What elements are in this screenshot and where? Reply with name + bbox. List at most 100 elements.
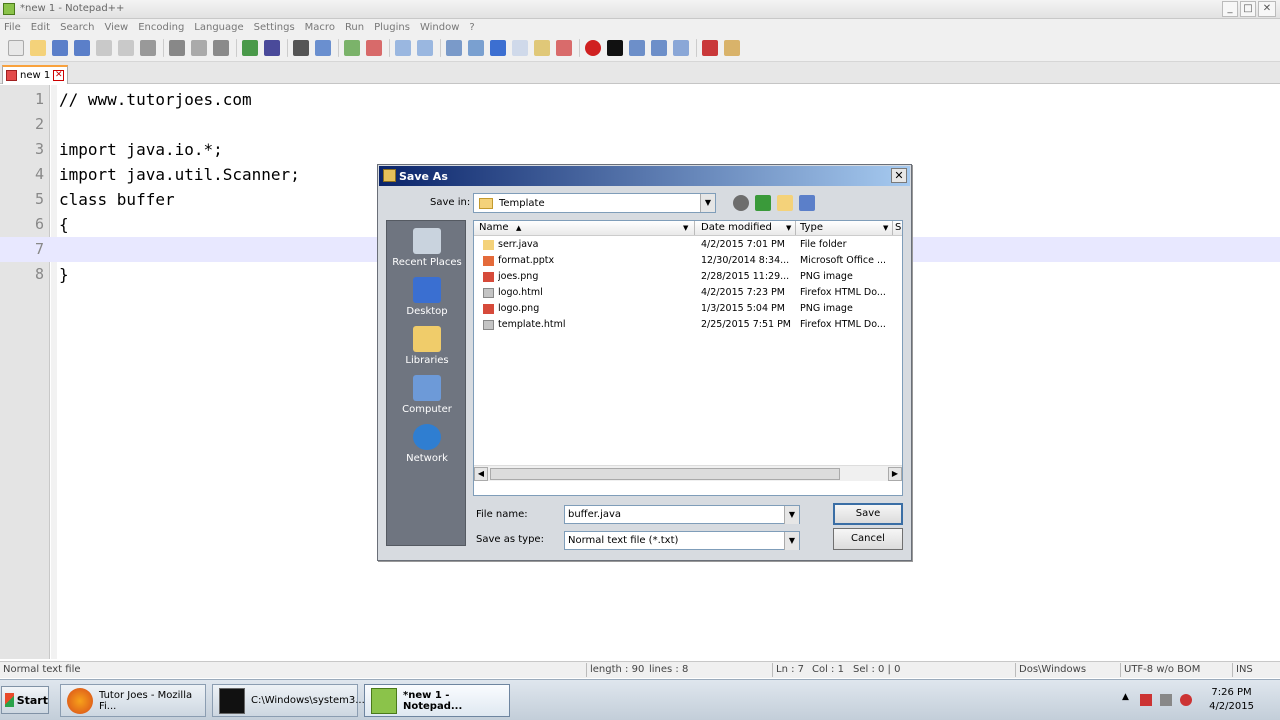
save-in-dropdown[interactable]: Template ▼: [473, 193, 716, 213]
view-menu-icon[interactable]: [799, 195, 815, 211]
tab-new-1[interactable]: new 1 ✕: [2, 65, 68, 84]
status-insert-mode: INS: [1236, 664, 1253, 675]
horizontal-scrollbar[interactable]: ◀ ▶: [474, 465, 902, 481]
unsaved-icon: [6, 70, 17, 81]
file-row[interactable]: logo.png 1/3/2015 5:04 PM PNG image: [474, 301, 902, 317]
new-file-icon[interactable]: [8, 40, 24, 56]
stop-record-icon[interactable]: [607, 40, 623, 56]
column-date-modified[interactable]: Date modified: [701, 222, 772, 233]
menu-settings[interactable]: Settings: [254, 22, 295, 33]
cut-icon[interactable]: [169, 40, 185, 56]
playback-macro-icon[interactable]: [629, 40, 645, 56]
close-window-button[interactable]: ✕: [1258, 1, 1276, 17]
file-row[interactable]: template.html 2/25/2015 7:51 PM Firefox …: [474, 317, 902, 333]
chevron-down-icon[interactable]: ▼: [700, 194, 715, 212]
run-macro-multiple-icon[interactable]: [651, 40, 667, 56]
show-all-chars-icon[interactable]: [468, 40, 484, 56]
file-list[interactable]: Name ▲ ▼ Date modified ▼ Type ▼ S serr.j…: [473, 220, 903, 496]
save-button[interactable]: Save: [833, 503, 903, 525]
spell-check-icon[interactable]: [702, 40, 718, 56]
new-folder-icon[interactable]: [777, 195, 793, 211]
close-tab-icon[interactable]: ✕: [53, 70, 65, 81]
back-icon[interactable]: [733, 195, 749, 211]
menu-macro[interactable]: Macro: [305, 22, 335, 33]
column-size[interactable]: S: [895, 222, 901, 233]
maximize-button[interactable]: □: [1240, 1, 1256, 17]
find-icon[interactable]: [293, 40, 309, 56]
print-icon[interactable]: [140, 40, 156, 56]
menu-edit[interactable]: Edit: [31, 22, 50, 33]
close-all-icon[interactable]: [118, 40, 134, 56]
taskbar-button-cmd[interactable]: C:\Windows\system3...: [212, 684, 365, 717]
save-all-icon[interactable]: [74, 40, 90, 56]
action-center-icon[interactable]: [1140, 694, 1152, 706]
chevron-down-icon[interactable]: ▼: [784, 532, 799, 550]
start-button[interactable]: Start: [1, 686, 49, 714]
up-folder-icon[interactable]: [755, 195, 771, 211]
save-as-type-select[interactable]: Normal text file (*.txt) ▼: [564, 531, 800, 550]
save-in-value: Template: [499, 197, 545, 209]
file-row[interactable]: format.pptx 12/30/2014 8:34... Microsoft…: [474, 253, 902, 269]
menu-file[interactable]: File: [4, 22, 21, 33]
column-menu-icon[interactable]: ▼: [883, 224, 888, 232]
menu-plugins[interactable]: Plugins: [374, 22, 410, 33]
close-file-icon[interactable]: [96, 40, 112, 56]
redo-icon[interactable]: [264, 40, 280, 56]
file-row[interactable]: logo.html 4/2/2015 7:23 PM Firefox HTML …: [474, 285, 902, 301]
line-number: 8: [34, 265, 44, 283]
file-name-input[interactable]: buffer.java ▼: [564, 505, 800, 524]
minimize-button[interactable]: _: [1222, 1, 1238, 17]
menu-help[interactable]: ?: [469, 22, 474, 33]
indent-guide-icon[interactable]: [490, 40, 506, 56]
doc-map-icon[interactable]: [512, 40, 528, 56]
file-row[interactable]: joes.png 2/28/2015 11:29... PNG image: [474, 269, 902, 285]
sync-vertical-icon[interactable]: [395, 40, 411, 56]
show-hidden-icons[interactable]: ▲: [1122, 692, 1134, 704]
scroll-left-icon[interactable]: ◀: [474, 467, 488, 481]
column-type[interactable]: Type: [800, 222, 823, 233]
open-file-icon[interactable]: [30, 40, 46, 56]
menu-search[interactable]: Search: [60, 22, 94, 33]
undo-icon[interactable]: [242, 40, 258, 56]
menu-run[interactable]: Run: [345, 22, 364, 33]
cancel-button[interactable]: Cancel: [833, 528, 903, 550]
column-name[interactable]: Name: [479, 222, 509, 233]
file-row[interactable]: serr.java 4/2/2015 7:01 PM File folder: [474, 237, 902, 253]
save-icon[interactable]: [52, 40, 68, 56]
folder-workspace-icon[interactable]: [556, 40, 572, 56]
menu-encoding[interactable]: Encoding: [138, 22, 184, 33]
network-tray-icon[interactable]: [1160, 694, 1172, 706]
scroll-thumb[interactable]: [490, 468, 840, 480]
place-label: Recent Places: [392, 257, 462, 268]
plugin-icon[interactable]: [724, 40, 740, 56]
zoom-out-icon[interactable]: [366, 40, 382, 56]
menu-language[interactable]: Language: [194, 22, 243, 33]
scroll-right-icon[interactable]: ▶: [888, 467, 902, 481]
record-macro-icon[interactable]: [585, 40, 601, 56]
dialog-title-bar[interactable]: Save As ✕: [379, 166, 910, 186]
place-network[interactable]: Network: [387, 424, 467, 464]
word-wrap-icon[interactable]: [446, 40, 462, 56]
copy-icon[interactable]: [191, 40, 207, 56]
function-list-icon[interactable]: [534, 40, 550, 56]
replace-icon[interactable]: [315, 40, 331, 56]
place-desktop[interactable]: Desktop: [387, 277, 467, 317]
save-macro-icon[interactable]: [673, 40, 689, 56]
taskbar-button-notepadpp[interactable]: *new 1 - Notepad...: [364, 684, 510, 717]
file-date: 1/3/2015 5:04 PM: [701, 303, 785, 314]
volume-icon[interactable]: [1180, 694, 1192, 706]
menu-view[interactable]: View: [104, 22, 128, 33]
zoom-in-icon[interactable]: [344, 40, 360, 56]
dialog-close-button[interactable]: ✕: [891, 168, 907, 183]
place-computer[interactable]: Computer: [387, 375, 467, 415]
column-menu-icon[interactable]: ▼: [683, 224, 688, 232]
place-recent-places[interactable]: Recent Places: [387, 228, 467, 268]
taskbar-button-firefox[interactable]: Tutor Joes - Mozilla Fi...: [60, 684, 206, 717]
menu-window[interactable]: Window: [420, 22, 459, 33]
place-libraries[interactable]: Libraries: [387, 326, 467, 366]
column-menu-icon[interactable]: ▼: [786, 224, 791, 232]
chevron-down-icon[interactable]: ▼: [784, 506, 799, 524]
paste-icon[interactable]: [213, 40, 229, 56]
clock[interactable]: 7:26 PM 4/2/2015: [1209, 686, 1254, 714]
sync-horizontal-icon[interactable]: [417, 40, 433, 56]
